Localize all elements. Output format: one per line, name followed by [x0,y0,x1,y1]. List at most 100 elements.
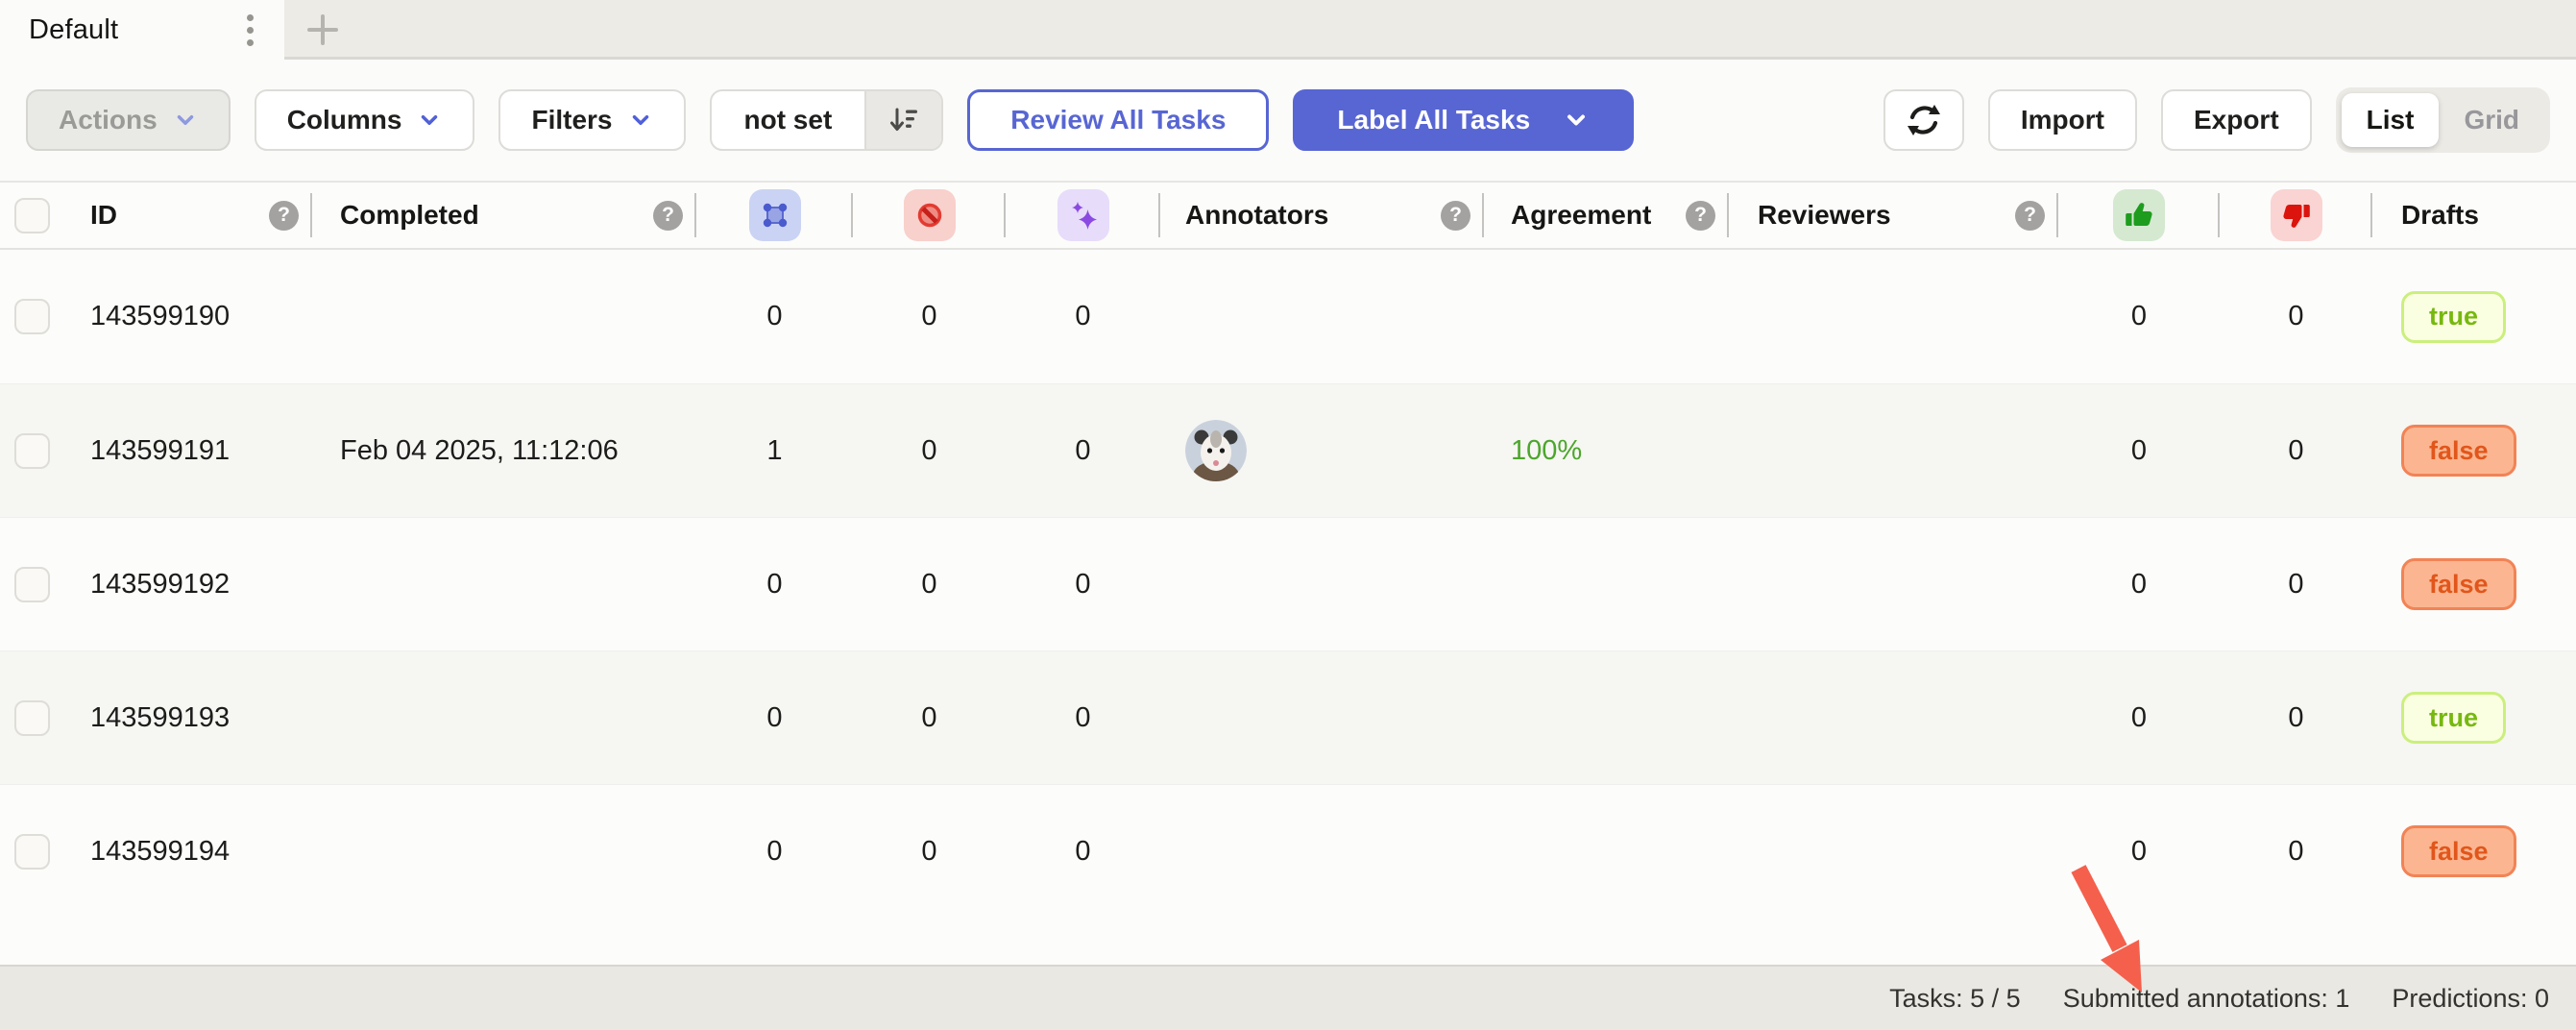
chevron-down-icon [173,108,198,133]
completed-value: Feb 04 2025, 11:12:06 [340,435,619,467]
actions-button[interactable]: Actions [26,89,231,151]
rejected-count: 0 [2288,569,2303,601]
review-all-tasks-button[interactable]: Review All Tasks [967,89,1269,151]
draft-badge: false [2401,425,2516,477]
view-grid-option[interactable]: Grid [2439,93,2544,147]
export-button[interactable]: Export [2161,89,2312,151]
annotations-count: 1 [766,435,782,467]
import-label: Import [2021,105,2104,135]
agreement-value: 100% [1511,435,1582,467]
header-reviewers-label: Reviewers [1758,200,1891,231]
task-id: 143599194 [90,836,230,868]
skipped-count: 0 [921,301,936,332]
ordering-value[interactable]: not set [712,91,865,149]
annotator-avatar[interactable] [1185,420,1247,481]
header-completed[interactable]: Completed ? [312,183,696,248]
chevron-down-icon [417,108,442,133]
task-id: 143599191 [90,435,230,467]
select-all-checkbox[interactable] [14,198,50,233]
header-agreement-label: Agreement [1511,200,1651,231]
annotations-count: 0 [766,301,782,332]
table-row[interactable]: 143599191 Feb 04 2025, 11:12:06 1 0 0 [0,383,2576,517]
add-tab-button[interactable] [284,0,361,60]
columns-label: Columns [287,105,402,135]
thumbs-down-icon [2271,189,2322,241]
skipped-count: 0 [921,435,936,467]
task-id: 143599193 [90,702,230,734]
thumbs-up-icon [2113,189,2165,241]
header-agreement[interactable]: Agreement ? [1484,183,1729,248]
predictions-total-count: Predictions: 0 [2392,984,2549,1014]
columns-button[interactable]: Columns [255,89,475,151]
table-row[interactable]: 143599192 0 0 0 0 0 false [0,517,2576,650]
rejected-count: 0 [2288,702,2303,734]
sort-direction-button[interactable] [864,91,941,149]
rejected-count: 0 [2288,435,2303,467]
tab-bar: Default [0,0,2576,60]
label-all-tasks-button[interactable]: Label All Tasks [1293,89,1634,151]
export-label: Export [2194,105,2279,135]
actions-label: Actions [59,105,158,135]
header-drafts-label: Drafts [2401,200,2479,231]
review-all-label: Review All Tasks [1010,105,1226,135]
row-checkbox[interactable] [14,299,50,334]
chevron-down-icon [1563,107,1590,134]
header-reviewers[interactable]: Reviewers ? [1729,183,2058,248]
reviewers-cell [1729,250,2058,383]
header-checkbox-cell [0,183,64,248]
filters-button[interactable]: Filters [498,89,685,151]
table-row[interactable]: 143599194 0 0 0 0 0 false [0,784,2576,918]
filters-label: Filters [531,105,612,135]
table-body: 143599190 0 0 0 0 0 true 143599191 Feb 0… [0,250,2576,918]
header-annotations-count[interactable] [696,183,853,248]
table-row[interactable]: 143599193 0 0 0 0 0 true [0,650,2576,784]
header-skipped-count[interactable] [853,183,1006,248]
label-all-label: Label All Tasks [1337,105,1530,135]
table-bottom-spacer [0,918,2576,965]
task-id: 143599190 [90,301,230,332]
header-drafts[interactable]: Drafts [2372,183,2576,248]
draft-badge: false [2401,825,2516,877]
header-reviews-rejected[interactable] [2220,183,2372,248]
help-icon[interactable]: ? [269,201,299,231]
reviewers-cell [1729,384,2058,517]
ordering-control[interactable]: not set [710,89,944,151]
tasks-count: Tasks: 5 / 5 [1889,984,2021,1014]
reviewers-cell [1729,651,2058,784]
help-icon[interactable]: ? [1686,201,1715,231]
accepted-count: 0 [2131,435,2147,467]
row-checkbox[interactable] [14,567,50,602]
predictions-count: 0 [1075,702,1090,734]
predictions-count: 0 [1075,301,1090,332]
draft-badge: true [2401,692,2506,744]
tab-label: Default [29,14,118,46]
header-id[interactable]: ID ? [64,183,312,248]
table-row[interactable]: 143599190 0 0 0 0 0 true [0,250,2576,383]
predictions-count: 0 [1075,836,1090,868]
import-button[interactable]: Import [1988,89,2137,151]
draft-badge: false [2401,558,2516,610]
view-list-option[interactable]: List [2342,93,2440,147]
tab-default[interactable]: Default [0,0,284,60]
reviewers-cell [1729,518,2058,650]
row-checkbox[interactable] [14,433,50,469]
refresh-button[interactable] [1883,89,1964,151]
help-icon[interactable]: ? [2015,201,2045,231]
tab-menu-icon[interactable] [237,9,263,52]
status-bar: Tasks: 5 / 5 Submitted annotations: 1 Pr… [0,965,2576,1030]
annotations-count: 0 [766,836,782,868]
header-completed-label: Completed [340,200,479,231]
view-toggle: List Grid [2336,87,2550,153]
data-manager-page: Default Actions Columns Filters not set [0,0,2576,1030]
row-checkbox[interactable] [14,700,50,736]
refresh-icon [1903,99,1945,141]
sort-descending-icon [885,101,923,139]
help-icon[interactable]: ? [653,201,683,231]
header-reviews-accepted[interactable] [2058,183,2220,248]
header-predictions-count[interactable] [1006,183,1160,248]
header-annotators[interactable]: Annotators ? [1160,183,1484,248]
draft-badge: true [2401,291,2506,343]
row-checkbox[interactable] [14,834,50,870]
help-icon[interactable]: ? [1441,201,1470,231]
sparkles-icon [1057,189,1109,241]
